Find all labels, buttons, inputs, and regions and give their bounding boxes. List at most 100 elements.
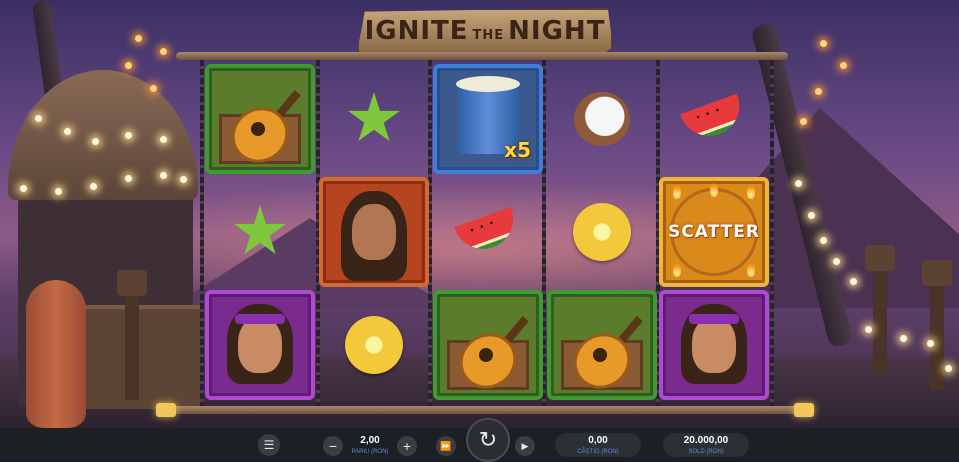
light-bulb	[840, 62, 847, 69]
menu-button[interactable]: ☰	[258, 434, 280, 456]
balance-value: 20.000,00	[683, 435, 729, 446]
symbol-guitar	[546, 290, 658, 400]
light-bulb	[90, 183, 97, 190]
guitar-frame	[433, 290, 543, 400]
symbol-guitar	[432, 290, 544, 400]
light-bulb	[900, 335, 907, 342]
light-bulb	[20, 185, 27, 192]
surfboard	[26, 280, 86, 428]
guitar-soundhole	[593, 348, 607, 362]
reel-frame-bottom-rope	[158, 406, 810, 414]
symbol-starfruit	[318, 64, 430, 174]
watermelon-icon	[680, 93, 748, 145]
man-face-icon	[692, 317, 736, 373]
tiki-hut-roof	[8, 70, 198, 200]
game-logo-text: IGNITE THE NIGHT	[365, 16, 606, 46]
guitar-frame	[205, 64, 315, 174]
flame-icon	[747, 185, 755, 199]
spin-button[interactable]: ↻	[466, 418, 510, 462]
logo-word-1: IGNITE	[364, 16, 469, 46]
tiki-torch-right-1	[865, 245, 895, 375]
reel-5: SCATTER	[658, 64, 770, 404]
light-bulb	[820, 40, 827, 47]
reel-frame-top-rope	[176, 52, 788, 60]
scatter-frame: SCATTER	[659, 177, 769, 287]
reel-1	[204, 64, 316, 404]
light-bulb	[125, 132, 132, 139]
play-icon: ▶	[521, 440, 529, 451]
man-face-icon	[238, 317, 282, 373]
light-bulb	[180, 176, 187, 183]
pineapple-icon	[573, 203, 631, 261]
win-label: CÂȘTIG (RON)	[577, 449, 619, 455]
man-portrait-frame	[659, 290, 769, 400]
reel-3: x5	[432, 64, 544, 404]
bet-value: 2,00	[360, 435, 380, 446]
flame-icon	[673, 263, 681, 277]
flame-icon	[710, 183, 718, 197]
guitar-frame	[547, 290, 657, 400]
woman-face-icon	[352, 204, 396, 260]
rope-end-right	[794, 403, 814, 417]
woman-portrait-frame	[319, 177, 429, 287]
light-bulb	[795, 180, 802, 187]
guitar-soundhole	[479, 348, 493, 362]
watermelon-icon	[454, 206, 522, 258]
autoplay-button[interactable]: ▶	[515, 436, 535, 456]
guitar-soundhole	[251, 122, 265, 136]
flame-icon	[747, 263, 755, 277]
tiki-torch-right-2	[922, 260, 952, 390]
rope-end-left	[156, 403, 176, 417]
light-bulb	[55, 188, 62, 195]
symbol-starfruit	[204, 177, 316, 287]
bet-label: PARIU (RON)	[351, 449, 389, 455]
spin-icon: ↻	[478, 427, 498, 452]
symbol-scatter: SCATTER	[658, 177, 770, 287]
light-bulb	[160, 172, 167, 179]
starfruit-icon	[234, 205, 286, 255]
logo-word-3: NIGHT	[508, 16, 606, 46]
symbol-drum-multiplier: x5	[432, 64, 544, 174]
game-logo: IGNITE THE NIGHT	[357, 8, 613, 54]
minus-icon: −	[328, 438, 338, 454]
tiki-torch-left	[117, 270, 147, 400]
multiplier-badge: x5	[504, 138, 531, 162]
light-bulb	[865, 326, 872, 333]
light-bulb	[815, 88, 822, 95]
symbol-watermelon	[432, 177, 544, 287]
light-bulb	[35, 115, 42, 122]
logo-word-2: THE	[472, 28, 505, 43]
pineapple-icon	[345, 316, 403, 374]
light-bulb	[64, 128, 71, 135]
light-bulb	[92, 138, 99, 145]
drum-frame: x5	[433, 64, 543, 174]
bet-increase-button[interactable]: +	[397, 436, 417, 456]
light-bulb	[945, 365, 952, 372]
light-bulb	[833, 258, 840, 265]
light-bulb	[820, 237, 827, 244]
light-bulb	[135, 35, 142, 42]
plus-icon: +	[402, 438, 412, 454]
symbol-man-portrait	[204, 290, 316, 400]
fast-forward-icon: ⏩	[440, 440, 452, 451]
starfruit-icon	[348, 92, 400, 142]
reel-2	[318, 64, 430, 404]
light-bulb	[927, 340, 934, 347]
reel-4	[546, 64, 658, 404]
reel-chain	[770, 60, 774, 406]
symbol-guitar	[204, 64, 316, 174]
symbol-watermelon	[658, 64, 770, 174]
win-value: 0,00	[588, 435, 608, 446]
light-bulb	[150, 85, 157, 92]
symbol-pineapple	[546, 177, 658, 287]
symbol-woman-portrait	[318, 177, 430, 287]
turbo-button[interactable]: ⏩	[436, 436, 456, 456]
light-bulb	[808, 212, 815, 219]
symbol-coconut	[546, 64, 658, 174]
coconut-icon	[574, 92, 630, 146]
symbol-man-portrait	[658, 290, 770, 400]
scatter-label: SCATTER	[668, 222, 760, 242]
light-bulb	[125, 62, 132, 69]
light-bulb	[850, 278, 857, 285]
light-bulb	[800, 118, 807, 125]
